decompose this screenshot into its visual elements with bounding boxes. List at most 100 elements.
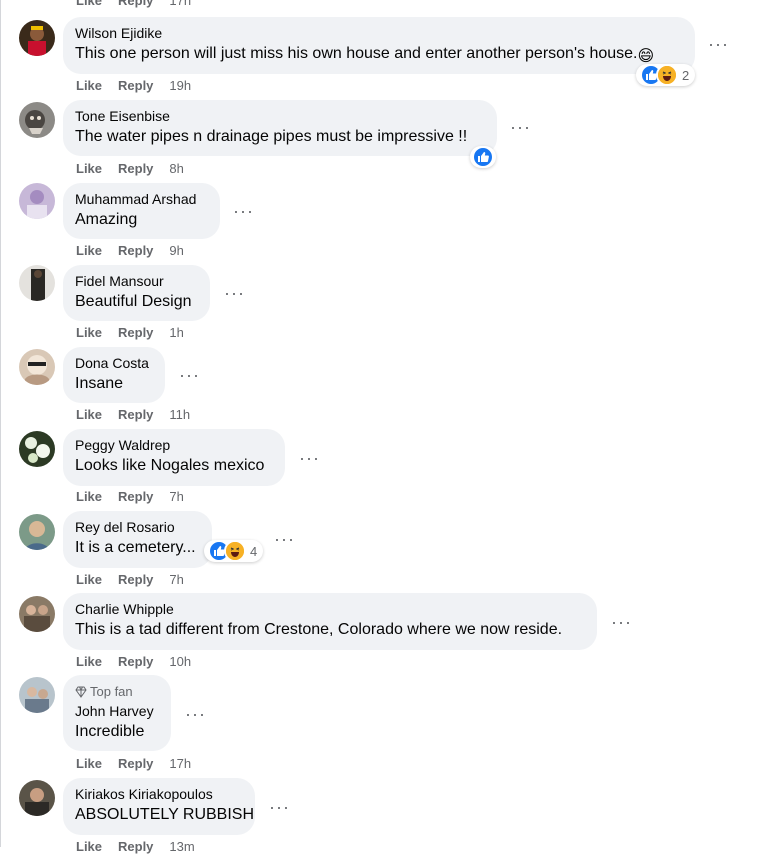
reply-link[interactable]: Reply <box>118 489 153 504</box>
comment-text: Looks like Nogales mexico <box>75 457 265 474</box>
more-options-icon[interactable]: ··· <box>510 118 531 136</box>
like-link[interactable]: Like <box>76 572 102 587</box>
comment-timestamp[interactable]: 8h <box>169 161 183 176</box>
comment-actions: Like Reply 8h <box>76 161 184 176</box>
comment-actions: Like Reply 1h <box>76 325 184 340</box>
comment-bubble: Charlie Whipple This is a tad different … <box>63 593 597 650</box>
comment-bubble: Kiriakos Kiriakopoulos ABSOLUTELY RUBBIS… <box>63 778 255 835</box>
reaction-summary[interactable]: 2 <box>636 64 696 86</box>
top-fan-badge[interactable]: Top fan <box>75 683 159 700</box>
reply-link[interactable]: Reply <box>118 161 153 176</box>
comment-timestamp[interactable]: 11h <box>169 407 190 422</box>
comment-actions: Like Reply 7h <box>76 572 184 587</box>
comment-author[interactable]: Peggy Waldrep <box>75 437 273 454</box>
reaction-count: 2 <box>682 67 690 83</box>
avatar[interactable] <box>19 20 55 56</box>
comment-text: This one person will just miss his own h… <box>75 45 655 65</box>
comment-text: Beautiful Design <box>75 293 192 310</box>
more-options-icon[interactable]: ··· <box>185 705 206 723</box>
like-reaction-icon <box>472 146 494 168</box>
comment-bubble: Dona Costa Insane <box>63 347 165 403</box>
comment-text: It is a cemetery... <box>75 539 196 556</box>
reply-link[interactable]: Reply <box>118 243 153 258</box>
reply-link[interactable]: Reply <box>118 78 153 93</box>
comment-timestamp[interactable]: 7h <box>169 572 183 587</box>
comment-bubble: Top fan John Harvey Incredible <box>63 675 171 751</box>
like-link[interactable]: Like <box>76 78 102 93</box>
comment-timestamp[interactable]: 19h <box>169 78 191 93</box>
reply-link[interactable]: Reply <box>118 756 153 771</box>
reply-link[interactable]: Reply <box>118 325 153 340</box>
comment-timestamp[interactable]: 1h <box>169 325 183 340</box>
comment-author[interactable]: Tone Eisenbise <box>75 108 485 125</box>
comment-timestamp[interactable]: 7h <box>169 489 183 504</box>
comment-bubble: Wilson Ejidike This one person will just… <box>63 17 695 74</box>
like-link[interactable]: Like <box>76 654 102 669</box>
more-options-icon[interactable]: ··· <box>708 35 729 53</box>
reply-link[interactable]: Reply <box>118 654 153 669</box>
avatar[interactable] <box>19 514 55 550</box>
reaction-count: 4 <box>250 543 258 559</box>
badge-label: Top fan <box>90 684 133 699</box>
comment-text: Insane <box>75 375 124 392</box>
avatar[interactable] <box>19 102 55 138</box>
comment-actions: Like Reply 19h <box>76 78 191 93</box>
comment-actions-partial: Like Reply 17h <box>76 0 191 8</box>
reply-link[interactable]: Reply <box>118 407 153 422</box>
comment-bubble: Muhammad Arshad Amazing <box>63 183 220 239</box>
like-link[interactable]: Like <box>76 489 102 504</box>
grinning-emoji: 😄 <box>637 48 655 65</box>
more-options-icon[interactable]: ··· <box>233 202 254 220</box>
reaction-summary[interactable]: 4 <box>204 540 264 562</box>
comment-author[interactable]: John Harvey <box>75 703 159 720</box>
more-options-icon[interactable]: ··· <box>224 284 245 302</box>
comment-text: Incredible <box>75 723 145 740</box>
comment-timestamp[interactable]: 9h <box>169 243 183 258</box>
comment-actions: Like Reply 7h <box>76 489 184 504</box>
like-link[interactable]: Like <box>76 0 102 8</box>
avatar[interactable] <box>19 349 55 385</box>
comment-author[interactable]: Dona Costa <box>75 355 153 372</box>
more-options-icon[interactable]: ··· <box>611 613 632 631</box>
comment-timestamp[interactable]: 10h <box>169 654 191 669</box>
avatar[interactable] <box>19 596 55 632</box>
comment-author[interactable]: Wilson Ejidike <box>75 25 683 42</box>
comment-actions: Like Reply 17h <box>76 756 191 771</box>
avatar[interactable] <box>19 183 55 219</box>
avatar[interactable] <box>19 431 55 467</box>
comment-actions: Like Reply 11h <box>76 407 190 422</box>
reaction-summary[interactable] <box>470 146 496 168</box>
comment-text: The water pipes n drainage pipes must be… <box>75 128 468 145</box>
avatar[interactable] <box>19 265 55 301</box>
comment-bubble: Peggy Waldrep Looks like Nogales mexico <box>63 429 285 486</box>
more-options-icon[interactable]: ··· <box>299 449 320 467</box>
comment-author[interactable]: Kiriakos Kiriakopoulos <box>75 786 243 803</box>
comment-text: This is a tad different from Crestone, C… <box>75 621 563 638</box>
reply-link[interactable]: Reply <box>118 572 153 587</box>
avatar[interactable] <box>19 780 55 816</box>
comment-timestamp[interactable]: 17h <box>169 0 191 8</box>
comment-author[interactable]: Charlie Whipple <box>75 601 585 618</box>
haha-reaction-icon <box>656 64 678 86</box>
reply-link[interactable]: Reply <box>118 0 153 8</box>
feed-left-border <box>0 0 1 847</box>
comment-author[interactable]: Fidel Mansour <box>75 273 198 290</box>
like-link[interactable]: Like <box>76 243 102 258</box>
more-options-icon[interactable]: ··· <box>269 798 290 816</box>
comment-bubble: Fidel Mansour Beautiful Design <box>63 265 210 321</box>
more-options-icon[interactable]: ··· <box>179 366 200 384</box>
haha-reaction-icon <box>224 540 246 562</box>
like-link[interactable]: Like <box>76 161 102 176</box>
comment-timestamp[interactable]: 17h <box>169 756 191 771</box>
avatar[interactable] <box>19 677 55 713</box>
comment-author[interactable]: Muhammad Arshad <box>75 191 208 208</box>
comment-bubble: Tone Eisenbise The water pipes n drainag… <box>63 100 497 156</box>
comment-text: ABSOLUTELY RUBBISH <box>75 806 255 823</box>
comment-text: Amazing <box>75 211 138 228</box>
comment-actions: Like Reply 10h <box>76 654 191 669</box>
like-link[interactable]: Like <box>76 325 102 340</box>
like-link[interactable]: Like <box>76 756 102 771</box>
comment-author[interactable]: Rey del Rosario <box>75 519 200 536</box>
like-link[interactable]: Like <box>76 407 102 422</box>
more-options-icon[interactable]: ··· <box>274 530 295 548</box>
